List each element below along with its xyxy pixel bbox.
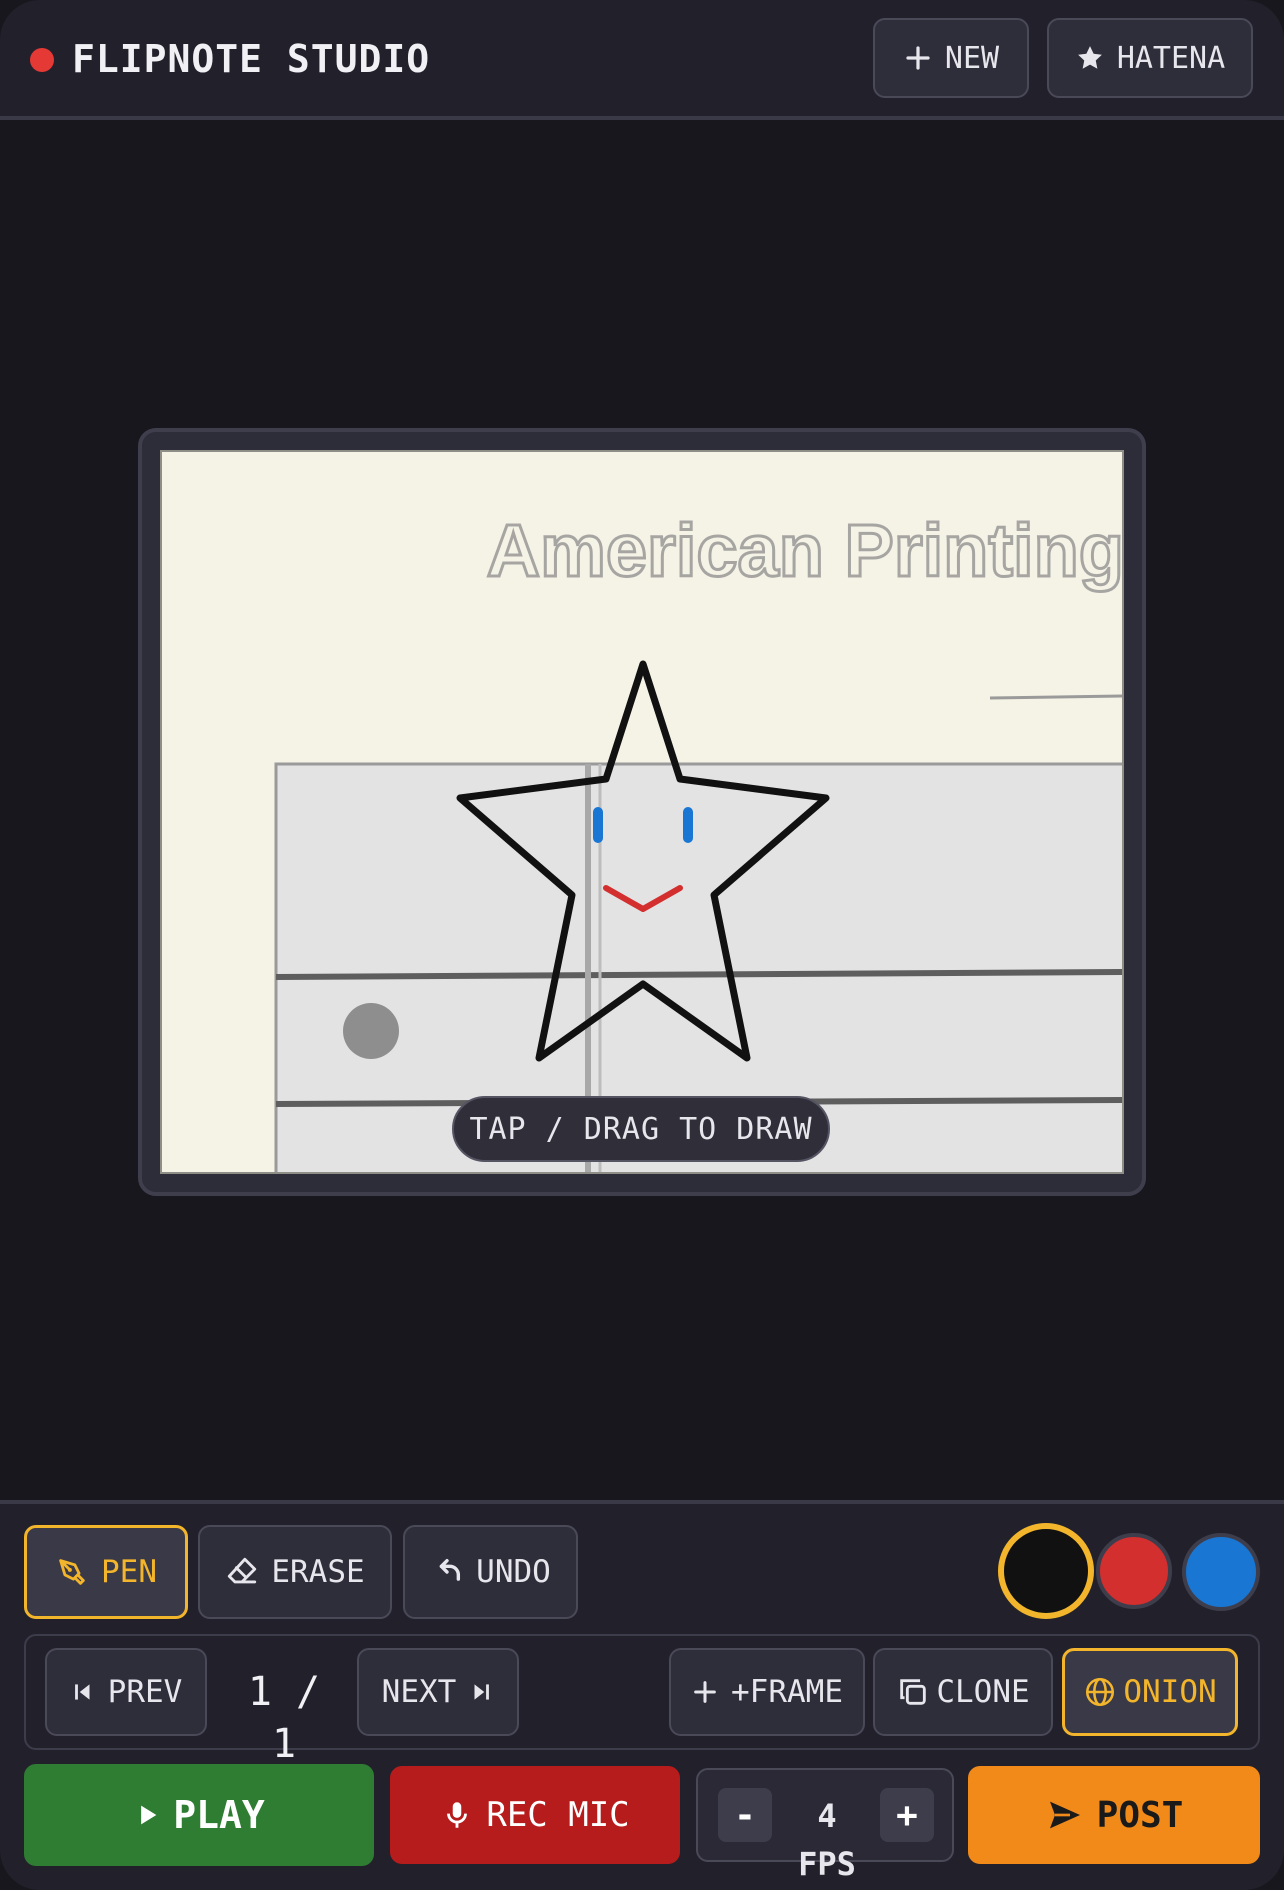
undo-icon: [439, 1558, 461, 1581]
background-image: American Printing: [274, 508, 1124, 1172]
recording-dot-icon: [30, 48, 54, 72]
canvas-layers: American Printing: [274, 508, 1124, 1172]
skip-previous-icon: [74, 1684, 90, 1700]
frame-counter: 1 / 1: [247, 1669, 321, 1767]
new-button-label: NEW: [944, 40, 1000, 76]
undo-button[interactable]: UNDO: [403, 1525, 578, 1619]
play-button[interactable]: PLAY: [24, 1764, 374, 1866]
play-label: PLAY: [173, 1793, 265, 1837]
color-swatch-black[interactable]: [998, 1523, 1094, 1619]
skip-next-icon: [474, 1684, 490, 1700]
color-swatch-red[interactable]: [1096, 1533, 1172, 1609]
onion-skin-toggle[interactable]: ONION: [1062, 1648, 1238, 1736]
record-mic-button[interactable]: REC MIC: [390, 1766, 680, 1864]
erase-tool-button[interactable]: ERASE: [198, 1525, 392, 1619]
new-button[interactable]: NEW: [873, 18, 1029, 98]
app-title: FLIPNOTE STUDIO: [72, 37, 431, 81]
fps-control: - 4 FPS +: [696, 1768, 954, 1883]
next-frame-label: NEXT: [381, 1674, 457, 1710]
send-icon: [1049, 1801, 1080, 1829]
hatena-button[interactable]: HATENA: [1047, 18, 1253, 98]
post-label: POST: [1096, 1794, 1184, 1836]
fps-decrease-button[interactable]: -: [718, 1788, 772, 1842]
clone-frame-label: CLONE: [936, 1674, 1030, 1710]
pen-nib-icon: [59, 1559, 85, 1585]
background-text: American Printing: [487, 509, 1124, 592]
clone-frame-button[interactable]: CLONE: [873, 1648, 1053, 1736]
play-icon: [141, 1805, 157, 1825]
app-window: FLIPNOTE STUDIO NEW HATENA American Prin…: [0, 0, 1284, 1890]
canvas-frame: American Printing: [138, 428, 1146, 1196]
onion-skin-label: ONION: [1123, 1674, 1217, 1710]
post-button[interactable]: POST: [968, 1766, 1260, 1864]
add-frame-button[interactable]: +FRAME: [669, 1648, 865, 1736]
plus-icon: [694, 1681, 716, 1703]
plus-icon: [906, 46, 930, 70]
fps-increase-button[interactable]: +: [880, 1788, 934, 1842]
hatena-button-label: HATENA: [1116, 40, 1226, 76]
top-bar: FLIPNOTE STUDIO NEW HATENA: [0, 0, 1284, 120]
pen-tool-label: PEN: [101, 1554, 157, 1590]
prev-frame-button[interactable]: PREV: [45, 1648, 207, 1736]
undo-label: UNDO: [476, 1554, 551, 1590]
eraser-icon: [228, 1557, 257, 1584]
pen-tool-button[interactable]: PEN: [24, 1525, 188, 1619]
record-mic-label: REC MIC: [486, 1795, 630, 1835]
color-swatch-blue[interactable]: [1182, 1533, 1260, 1611]
globe-icon: [1086, 1677, 1115, 1707]
erase-tool-label: ERASE: [271, 1554, 365, 1590]
copy-icon: [900, 1679, 927, 1705]
drawing-canvas[interactable]: American Printing: [160, 450, 1124, 1174]
prev-frame-label: PREV: [107, 1674, 183, 1710]
next-frame-button[interactable]: NEXT: [357, 1648, 519, 1736]
star-icon: [1077, 46, 1102, 69]
microphone-icon: [447, 1802, 468, 1828]
draw-hint: TAP / DRAG TO DRAW: [452, 1096, 830, 1162]
add-frame-label: +FRAME: [731, 1674, 843, 1710]
fps-value: 4 FPS: [798, 1797, 856, 1883]
